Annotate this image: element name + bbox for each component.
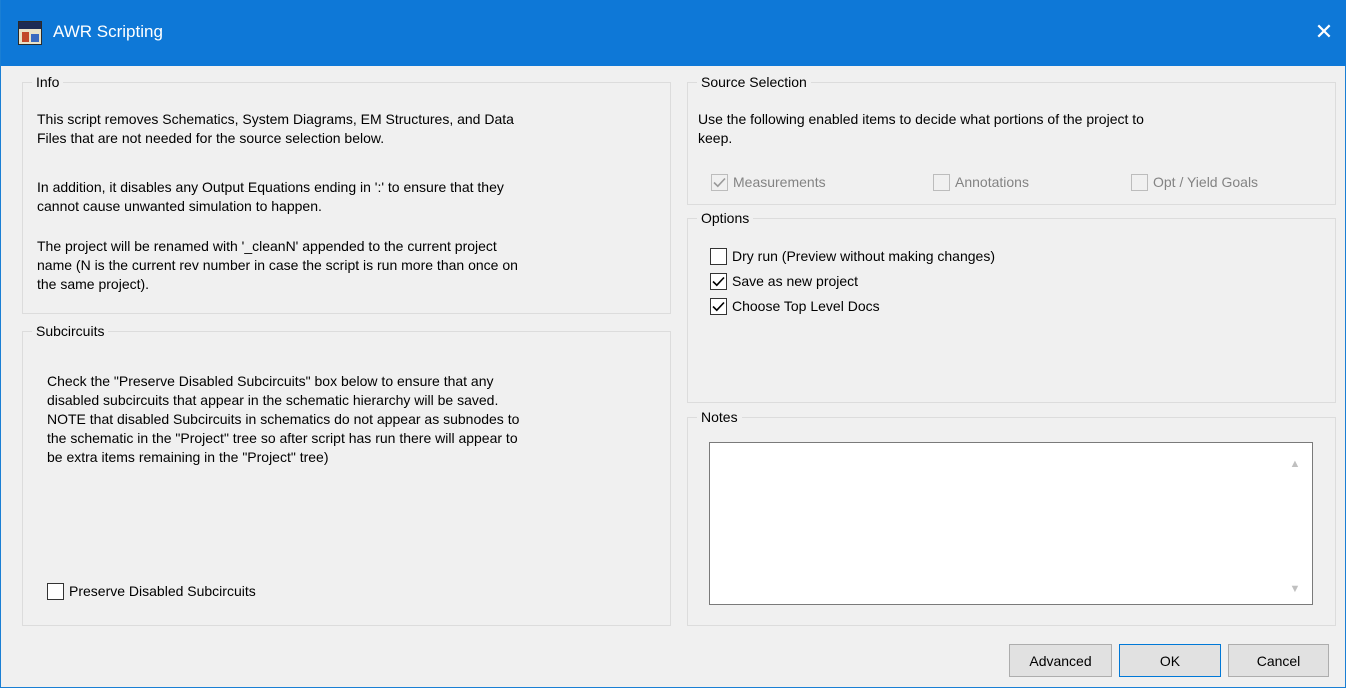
measurements-label: Measurements — [733, 174, 826, 190]
info-text-1a: This script removes Schematics, System D… — [37, 111, 514, 127]
opt-yield-goals-label: Opt / Yield Goals — [1153, 174, 1259, 190]
subcircuits-text-4: the schematic in the "Project" tree so a… — [47, 430, 518, 446]
source-selection-group: Source Selection Use the following enabl… — [687, 74, 1336, 205]
info-text-1b: Files that are not needed for the source… — [37, 130, 385, 146]
preserve-subcircuits-checkbox[interactable]: Preserve Disabled Subcircuits — [47, 582, 256, 601]
info-text-2b: cannot cause unwanted simulation to happ… — [37, 198, 322, 214]
info-text-3a: The project will be renamed with '_clean… — [37, 238, 497, 254]
info-legend: Info — [32, 74, 64, 90]
preserve-subcircuits-label: Preserve Disabled Subcircuits — [69, 583, 256, 599]
checkbox-box[interactable] — [47, 583, 64, 600]
close-icon[interactable]: ✕ — [1301, 0, 1346, 66]
save-as-new-project-checkbox[interactable]: Save as new project — [710, 272, 858, 291]
info-group: Info This script removes Schematics, Sys… — [22, 74, 671, 314]
notes-textarea[interactable] — [709, 442, 1313, 605]
scroll-up-icon[interactable]: ▲ — [1289, 458, 1301, 470]
info-text-3b: name (N is the current rev number in cas… — [37, 257, 518, 273]
dry-run-label: Dry run (Preview without making changes) — [732, 248, 995, 264]
checkbox-box[interactable] — [710, 298, 727, 315]
options-legend: Options — [697, 210, 754, 226]
subcircuits-group: Subcircuits Check the "Preserve Disabled… — [22, 323, 671, 626]
scroll-down-icon[interactable]: ▼ — [1289, 583, 1301, 595]
checkbox-box[interactable] — [710, 273, 727, 290]
annotations-label: Annotations — [955, 174, 1029, 190]
info-text-2a: In addition, it disables any Output Equa… — [37, 179, 504, 195]
info-text-3c: the same project). — [37, 276, 150, 292]
source-selection-text-2: keep. — [698, 130, 733, 146]
notes-legend: Notes — [697, 409, 742, 425]
source-selection-legend: Source Selection — [697, 74, 811, 90]
checkbox-box — [1131, 174, 1148, 191]
subcircuits-text-5: be extra items remaining in the "Project… — [47, 449, 329, 465]
subcircuits-text-2: disabled subcircuits that appear in the … — [47, 392, 499, 408]
ok-button[interactable]: OK — [1119, 644, 1221, 677]
choose-top-level-docs-label: Choose Top Level Docs — [732, 298, 880, 314]
measurements-checkbox: Measurements — [711, 173, 826, 192]
cancel-button[interactable]: Cancel — [1228, 644, 1329, 677]
annotations-checkbox: Annotations — [933, 173, 1029, 192]
source-selection-text-1: Use the following enabled items to decid… — [698, 111, 1144, 127]
title-bar[interactable]: AWR Scripting ✕ — [1, 0, 1346, 66]
options-group: Options Dry run (Preview without making … — [687, 210, 1336, 403]
app-icon — [18, 21, 42, 45]
opt-yield-goals-checkbox: Opt / Yield Goals — [1131, 173, 1258, 192]
checkbox-box — [711, 174, 728, 191]
checkbox-box — [933, 174, 950, 191]
choose-top-level-docs-checkbox[interactable]: Choose Top Level Docs — [710, 297, 880, 316]
dialog-window: AWR Scripting ✕ Info This script removes… — [0, 0, 1346, 688]
dry-run-checkbox[interactable]: Dry run (Preview without making changes) — [710, 247, 995, 266]
subcircuits-legend: Subcircuits — [32, 323, 109, 339]
subcircuits-text-1: Check the "Preserve Disabled Subcircuits… — [47, 373, 494, 389]
checkbox-box[interactable] — [710, 248, 727, 265]
subcircuits-text-3: NOTE that disabled Subcircuits in schema… — [47, 411, 520, 427]
advanced-button[interactable]: Advanced — [1009, 644, 1112, 677]
window-title: AWR Scripting — [53, 22, 163, 41]
save-as-new-project-label: Save as new project — [732, 273, 859, 289]
